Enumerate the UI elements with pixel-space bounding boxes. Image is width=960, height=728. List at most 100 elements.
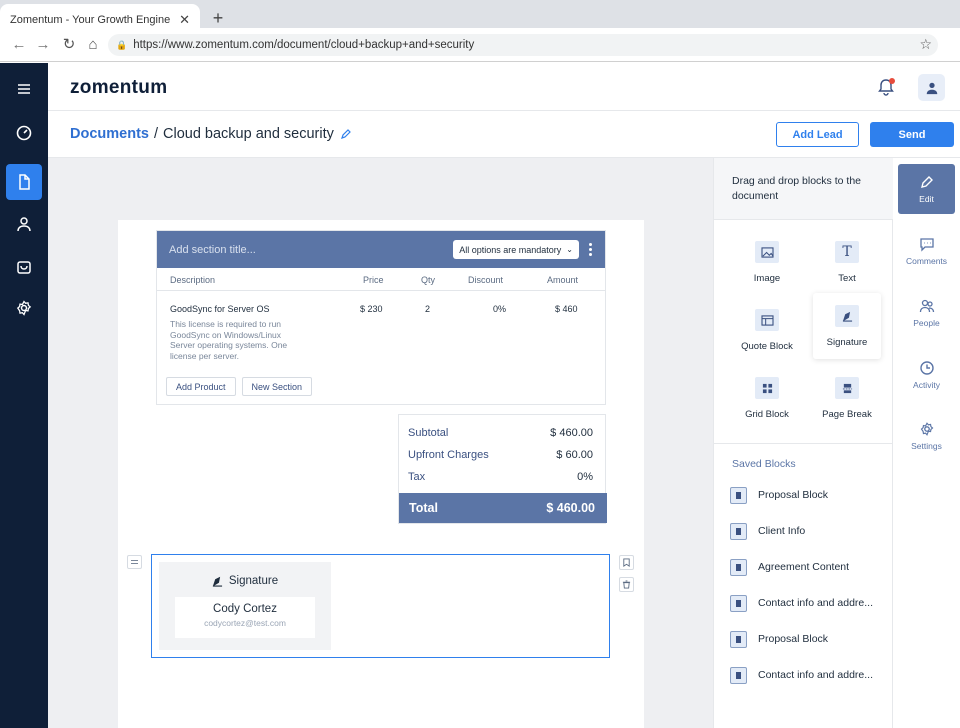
send-button[interactable]: Send — [870, 122, 954, 147]
text-icon: T — [835, 241, 859, 263]
text-block-tile[interactable]: T Text — [813, 229, 881, 295]
bookmark-icon[interactable] — [619, 555, 634, 570]
image-block-tile[interactable]: Image — [733, 229, 801, 295]
signature-block[interactable]: Signature Cody Cortez codycortez@test.co… — [151, 554, 610, 658]
contacts-icon[interactable] — [6, 206, 42, 242]
tab-edit[interactable]: Edit — [898, 164, 955, 214]
menu-icon[interactable] — [6, 71, 42, 107]
saved-block-label: Proposal Block — [758, 633, 829, 645]
image-icon — [755, 241, 779, 263]
saved-block-item[interactable]: Proposal Block — [730, 630, 828, 648]
col-discount: Discount — [468, 275, 504, 285]
product-price: $ 230 — [360, 304, 383, 314]
add-product-button[interactable]: Add Product — [166, 377, 236, 396]
back-icon[interactable]: ← — [10, 36, 28, 54]
saved-block-item[interactable]: Proposal Block — [730, 486, 828, 504]
delete-trash-icon[interactable] — [619, 577, 634, 592]
saved-block-item[interactable]: Client Info — [730, 522, 805, 540]
comments-icon — [919, 238, 934, 252]
people-icon — [919, 299, 934, 313]
notification-bell-icon[interactable] — [876, 77, 896, 97]
quote-block-icon — [755, 309, 779, 331]
col-description: Description — [170, 275, 216, 285]
new-tab-button[interactable]: + — [208, 8, 228, 28]
options-select-value: All options are mandatory — [459, 244, 562, 255]
product-qty: 2 — [425, 304, 431, 314]
grid-block-tile[interactable]: Grid Block — [733, 365, 801, 431]
upfront-value: $ 60.00 — [556, 449, 593, 461]
tab-settings-label: Settings — [911, 441, 942, 451]
inbox-icon[interactable] — [6, 249, 42, 285]
settings-icon — [920, 422, 933, 436]
tax-label: Tax — [408, 471, 426, 483]
signature-tile-icon — [835, 305, 859, 327]
saved-block-icon — [730, 630, 747, 648]
saved-block-icon — [730, 486, 747, 504]
tab-edit-label: Edit — [919, 194, 934, 204]
totals-summary: Subtotal $ 460.00 Upfront Charges $ 60.0… — [398, 414, 607, 524]
signature-block-tile[interactable]: Signature — [813, 293, 881, 359]
saved-block-item[interactable]: Contact info and addre... — [730, 666, 873, 684]
tab-settings[interactable]: Settings — [898, 411, 955, 461]
subtotal-label: Subtotal — [408, 427, 449, 439]
image-block-label: Image — [753, 273, 781, 284]
bookmark-star-icon[interactable]: ☆ — [919, 36, 932, 53]
upfront-row: Upfront Charges $ 60.00 — [408, 449, 593, 465]
total-value: $ 460.00 — [546, 501, 595, 515]
home-icon[interactable]: ⌂ — [84, 36, 102, 54]
tab-activity-label: Activity — [913, 380, 940, 390]
forward-icon[interactable]: → — [34, 36, 52, 54]
breadcrumb-documents-link[interactable]: Documents — [70, 126, 149, 142]
total-label: Total — [409, 501, 438, 515]
drag-handle-icon[interactable] — [127, 555, 142, 569]
tab-people-label: People — [913, 318, 940, 328]
add-lead-button[interactable]: Add Lead — [776, 122, 859, 147]
upfront-label: Upfront Charges — [408, 449, 489, 461]
app-header: zomentum — [48, 63, 960, 111]
section-title-input[interactable]: Add section title... — [169, 244, 453, 256]
table-row[interactable]: GoodSync for Server OS This license is r… — [157, 291, 605, 371]
pricing-columns: Description Price Qty Discount Amount — [157, 268, 605, 291]
app-sidebar — [0, 63, 48, 728]
tab-comments[interactable]: Comments — [898, 226, 955, 276]
new-section-button[interactable]: New Section — [241, 377, 313, 396]
saved-block-icon — [730, 594, 747, 612]
user-avatar[interactable] — [918, 74, 945, 101]
address-bar: ← → ↻ ⌂ 🔒 https://www.zomentum.com/docum… — [0, 28, 960, 62]
tab-activity[interactable]: Activity — [898, 350, 955, 400]
saved-block-item[interactable]: Contact info and addre... — [730, 594, 873, 612]
saved-block-label: Contact info and addre... — [758, 669, 873, 681]
reload-icon[interactable]: ↻ — [60, 36, 78, 54]
brand-logo[interactable]: zomentum — [70, 77, 167, 99]
saved-block-item[interactable]: Agreement Content — [730, 558, 849, 576]
breadcrumb: Documents / Cloud backup and security — [70, 126, 352, 142]
settings-gear-icon[interactable] — [6, 290, 42, 326]
tab-people[interactable]: People — [898, 288, 955, 338]
quote-block-tile[interactable]: Quote Block — [733, 297, 801, 363]
saved-blocks-title: Saved Blocks — [732, 458, 796, 470]
product-name: GoodSync for Server OS — [170, 304, 270, 314]
signer-box[interactable]: Cody Cortez codycortez@test.com — [175, 597, 315, 638]
col-qty: Qty — [421, 275, 436, 285]
tab-comments-label: Comments — [905, 256, 948, 266]
tax-value: 0% — [577, 471, 593, 483]
documents-icon[interactable] — [6, 164, 42, 200]
more-options-icon[interactable] — [587, 243, 593, 256]
signature-block-label: Signature — [826, 337, 868, 348]
edit-title-pencil-icon[interactable] — [340, 128, 352, 140]
close-tab-icon[interactable]: ✕ — [179, 12, 190, 28]
document-toolbar: Documents / Cloud backup and security Ad… — [48, 111, 960, 158]
dashboard-icon[interactable] — [6, 115, 42, 151]
lock-icon: 🔒 — [116, 39, 128, 50]
tax-row: Tax 0% — [408, 471, 593, 487]
quote-block-label: Quote Block — [741, 341, 793, 352]
product-description: This license is required to run GoodSync… — [170, 319, 288, 361]
saved-block-icon — [730, 522, 747, 540]
edit-pencil-icon — [920, 176, 933, 188]
url-input[interactable]: 🔒 https://www.zomentum.com/document/clou… — [108, 34, 938, 56]
pricing-table-header: Add section title... All options are man… — [157, 231, 605, 268]
page-break-tile[interactable]: Page Break — [813, 365, 881, 431]
saved-block-label: Proposal Block — [758, 489, 829, 501]
signature-heading-text: Signature — [228, 575, 279, 587]
options-select[interactable]: All options are mandatory ⌄ — [453, 240, 579, 259]
